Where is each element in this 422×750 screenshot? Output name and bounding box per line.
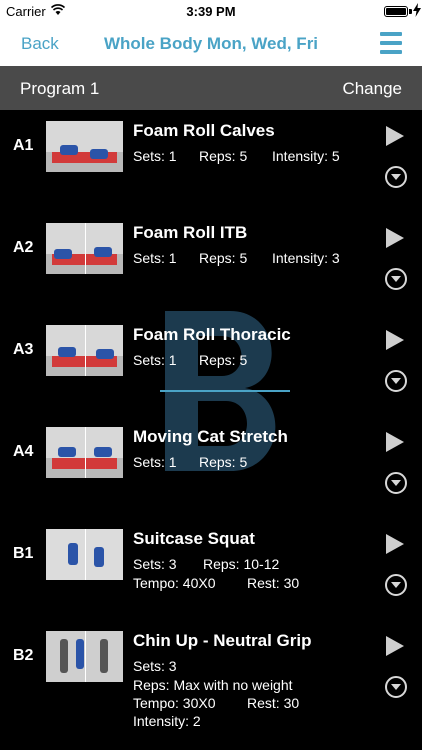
play-icon[interactable] (386, 228, 404, 248)
charging-icon (413, 3, 421, 17)
reps-text: Reps: 5 (199, 454, 248, 470)
sets-text: Sets: 3 (133, 658, 177, 674)
exercise-name: Foam Roll ITB (133, 223, 248, 242)
exercise-code: A4 (13, 443, 34, 460)
list-item[interactable]: A1 Foam Roll Calves Sets: 1 Reps: 5 Intens… (0, 110, 422, 212)
play-icon[interactable] (386, 636, 404, 656)
sets-text: Sets: 1 (133, 454, 177, 470)
reps-text: Reps: 5 (199, 352, 248, 368)
list-item[interactable]: B2 Chin Up - Neutral Grip Sets: 3 Reps: … (0, 620, 422, 750)
exercise-details: Sets: 1 Reps: 5 Intensity: 3 (133, 250, 340, 266)
reps-text: Reps: 10-12 (203, 556, 280, 572)
exercise-code: A3 (13, 341, 34, 358)
exercise-code: A1 (13, 137, 34, 154)
expand-icon[interactable] (385, 574, 407, 596)
reps-text: Reps: 5 (199, 250, 248, 266)
program-bar: Program 1 Change (0, 66, 422, 110)
expand-icon[interactable] (385, 166, 407, 188)
rest-text: Rest: 30 (247, 575, 300, 591)
status-time: 3:39 PM (186, 4, 236, 19)
expand-icon[interactable] (385, 676, 407, 698)
intensity-text: Intensity: 2 (133, 713, 201, 729)
tempo-text: Tempo: 30X0 (133, 695, 216, 711)
exercise-list[interactable]: A1 Foam Roll Calves Sets: 1 Reps: 5 Intens… (0, 110, 422, 750)
exercise-name: Suitcase Squat (133, 529, 255, 548)
play-icon[interactable] (386, 126, 404, 146)
list-item[interactable]: A4 Moving Cat Stretch Sets: 1 Reps: 5 (0, 416, 422, 518)
sets-text: Sets: 1 (133, 250, 177, 266)
exercise-name: Chin Up - Neutral Grip (133, 631, 312, 650)
sets-text: Sets: 1 (133, 352, 177, 368)
reps-text: Reps: Max with no weight (133, 677, 293, 693)
expand-icon[interactable] (385, 472, 407, 494)
exercise-details: Sets: 1 Reps: 5 (133, 352, 247, 368)
change-program-button[interactable]: Change (342, 79, 402, 99)
sets-text: Sets: 3 (133, 556, 177, 572)
exercise-code: A2 (13, 239, 34, 256)
expand-icon[interactable] (385, 268, 407, 290)
menu-icon[interactable] (380, 32, 402, 54)
exercise-name: Foam Roll Thoracic (133, 325, 291, 344)
play-icon[interactable] (386, 534, 404, 554)
play-icon[interactable] (386, 432, 404, 452)
expand-icon[interactable] (385, 370, 407, 392)
exercise-thumbnail[interactable] (46, 325, 123, 376)
exercise-thumbnail[interactable] (46, 631, 123, 682)
nav-bar: Back Whole Body Mon, Wed, Fri (0, 22, 422, 66)
exercise-thumbnail[interactable] (46, 529, 123, 580)
exercise-name: Moving Cat Stretch (133, 427, 288, 446)
exercise-code: B1 (13, 545, 34, 562)
reps-text: Reps: 5 (199, 148, 248, 164)
exercise-details: Sets: 1 Reps: 5 (133, 454, 247, 470)
list-item[interactable]: A3 Foam Roll Thoracic Sets: 1 Reps: 5 (0, 314, 422, 416)
list-item[interactable]: A2 Foam Roll ITB Sets: 1 Reps: 5 Intensity… (0, 212, 422, 314)
tempo-text: Tempo: 40X0 (133, 575, 216, 591)
exercise-details-extra: Tempo: 40X0 Rest: 30 (133, 575, 299, 591)
rest-text: Rest: 30 (247, 695, 300, 711)
exercise-thumbnail[interactable] (46, 427, 123, 478)
exercise-details: Sets: 1 Reps: 5 Intensity: 5 (133, 148, 340, 164)
exercise-details: Sets: 3 Reps: 10-12 (133, 556, 279, 572)
exercise-name: Foam Roll Calves (133, 121, 275, 140)
status-bar: Carrier 3:39 PM (0, 0, 422, 22)
page-title: Whole Body Mon, Wed, Fri (103, 34, 319, 53)
exercise-code: B2 (13, 647, 34, 664)
list-item[interactable]: B1 Suitcase Squat Sets: 3 Reps: 10-12 Tem… (0, 518, 422, 620)
sets-text: Sets: 1 (133, 148, 177, 164)
exercise-details-extra: Tempo: 30X0 Rest: 30 (133, 695, 299, 711)
exercise-thumbnail[interactable] (46, 223, 123, 274)
intensity-text: Intensity: 3 (272, 250, 340, 266)
exercise-thumbnail[interactable] (46, 121, 123, 172)
play-icon[interactable] (386, 330, 404, 350)
intensity-text: Intensity: 5 (272, 148, 340, 164)
battery-icon (384, 6, 408, 17)
program-name: Program 1 (20, 79, 100, 98)
